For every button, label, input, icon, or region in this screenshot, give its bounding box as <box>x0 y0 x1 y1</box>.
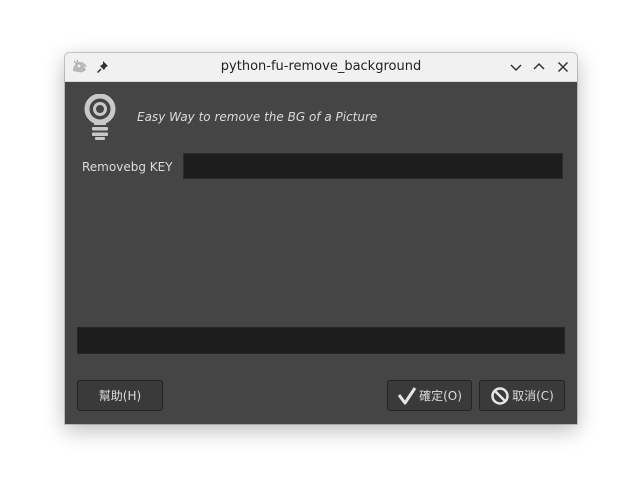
dialog-description: Easy Way to remove the BG of a Picture <box>137 110 378 124</box>
cancel-button-label: 取消(C) <box>512 389 554 403</box>
dialog-content: Easy Way to remove the BG of a Picture R… <box>65 82 577 424</box>
progress-bar <box>77 327 565 354</box>
removebg-key-input[interactable] <box>183 153 563 179</box>
lightbulb-icon <box>84 94 116 140</box>
dialog-window: python-fu-remove_background Easy Way to … <box>65 53 577 424</box>
help-button[interactable]: 幫助(H) <box>77 380 163 411</box>
window-title: python-fu-remove_background <box>220 59 422 74</box>
minimize-icon[interactable] <box>508 59 524 75</box>
gimp-app-icon <box>73 59 87 73</box>
pin-icon[interactable] <box>96 60 110 74</box>
help-button-label: 幫助(H) <box>98 389 142 403</box>
ok-button-label: 確定(O) <box>419 389 462 403</box>
cancel-icon <box>491 386 509 405</box>
title-bar[interactable]: python-fu-remove_background <box>65 53 577 82</box>
ok-button[interactable]: 確定(O) <box>387 380 472 411</box>
removebg-key-label: Removebg KEY <box>82 160 173 174</box>
close-icon[interactable] <box>555 59 571 75</box>
screen: python-fu-remove_background Easy Way to … <box>0 0 642 501</box>
cancel-button[interactable]: 取消(C) <box>479 380 565 411</box>
maximize-icon[interactable] <box>531 59 547 75</box>
checkmark-icon <box>397 386 417 404</box>
